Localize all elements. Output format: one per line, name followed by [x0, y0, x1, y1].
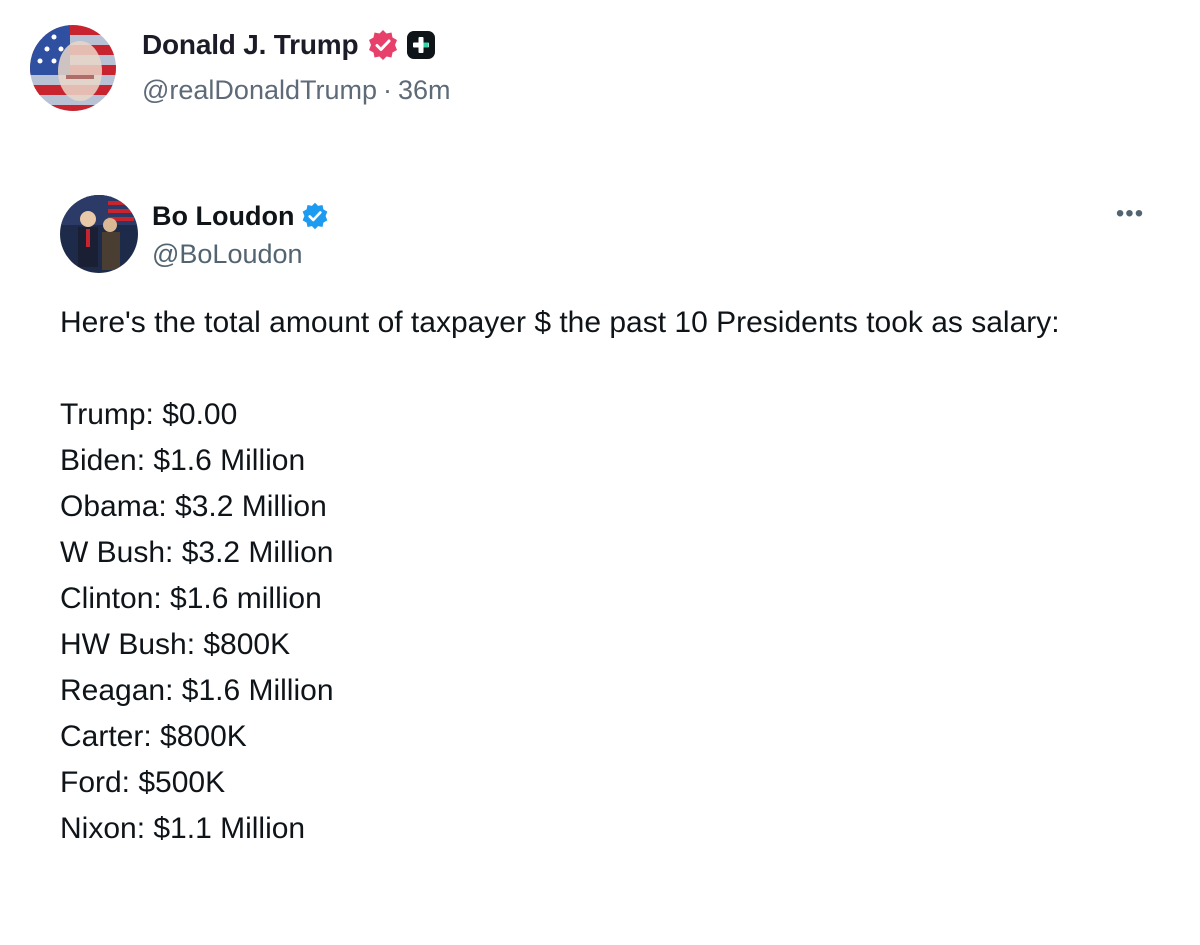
more-options-button[interactable]: •••: [1110, 201, 1150, 227]
salary-line: Carter: $800K: [60, 720, 247, 753]
post-header: Donald J. Trump @realDonaldTrump · 36m: [30, 25, 1170, 115]
salary-line: Trump: $0.00: [60, 398, 238, 431]
salary-line: Ford: $500K: [60, 766, 226, 799]
salary-line: Biden: $1.6 Million: [60, 444, 306, 477]
author-name[interactable]: Donald J. Trump: [142, 29, 359, 61]
quoted-avatar-image: [60, 195, 138, 273]
meta-separator: ·: [383, 75, 392, 105]
author-handle[interactable]: @realDonaldTrump: [142, 75, 377, 105]
post-time[interactable]: 36m: [398, 75, 451, 105]
quoted-author-avatar[interactable]: [60, 195, 138, 273]
quoted-author-block: Bo Loudon @BoLoudon: [152, 199, 330, 270]
quoted-author-name[interactable]: Bo Loudon: [152, 201, 294, 232]
post-intro-text: Here's the total amount of taxpayer $ th…: [60, 306, 1060, 339]
author-block: Donald J. Trump @realDonaldTrump · 36m: [142, 25, 451, 106]
quoted-name-row: Bo Loudon: [152, 199, 330, 233]
verified-badge-icon: [366, 28, 400, 62]
salary-line: HW Bush: $800K: [60, 628, 291, 661]
salary-line: Clinton: $1.6 million: [60, 582, 322, 615]
salary-list: Trump: $0.00 Biden: $1.6 Million Obama: …: [60, 392, 1140, 852]
verified-badge-icon: [300, 201, 330, 231]
more-options-icon: •••: [1115, 200, 1145, 227]
author-avatar[interactable]: [30, 25, 116, 111]
author-name-row: Donald J. Trump: [142, 25, 451, 65]
author-meta: @realDonaldTrump · 36m: [142, 75, 451, 106]
quoted-post-text: Here's the total amount of taxpayer $ th…: [60, 300, 1140, 852]
quoted-author-handle[interactable]: @BoLoudon: [152, 239, 330, 270]
plus-badge-icon: [406, 30, 436, 60]
salary-line: Reagan: $1.6 Million: [60, 674, 334, 707]
author-avatar-image: [30, 25, 116, 111]
salary-line: Obama: $3.2 Million: [60, 490, 327, 523]
salary-line: W Bush: $3.2 Million: [60, 536, 334, 569]
salary-line: Nixon: $1.1 Million: [60, 812, 306, 845]
